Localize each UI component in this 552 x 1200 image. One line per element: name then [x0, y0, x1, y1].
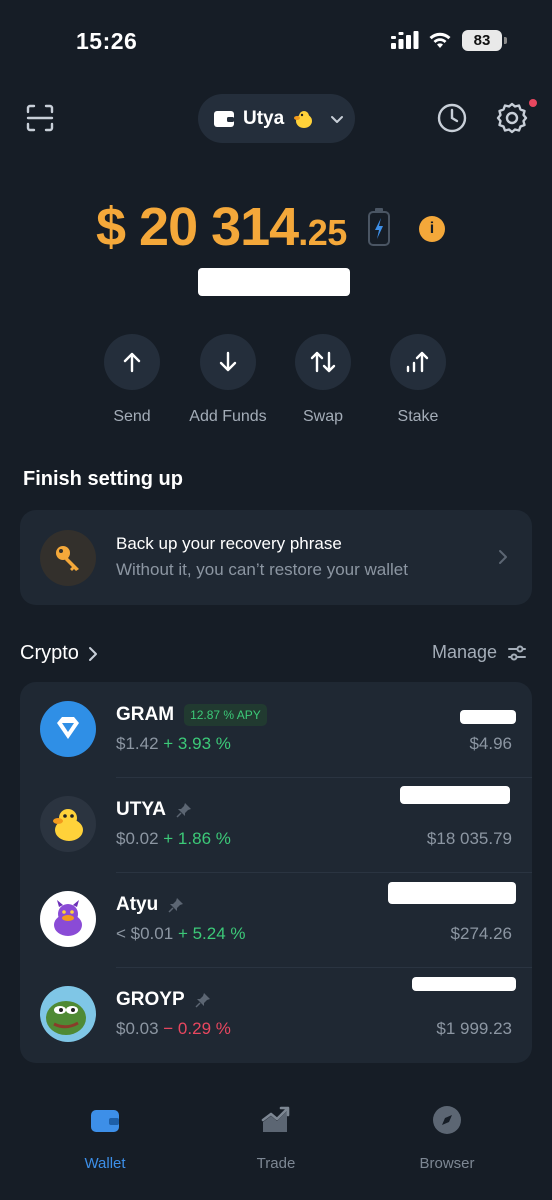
chevron-right-icon [88, 646, 97, 661]
token-row-groyp[interactable]: GROYP $0.03 − 0.29 % $1 999.23 [20, 967, 532, 1062]
gram-token-icon [40, 701, 96, 757]
token-row-gram[interactable]: GRAM 12.87 % APY $1.42 + 3.93 % $4.96 [20, 682, 532, 777]
wallet-selector[interactable]: Utya [198, 94, 355, 143]
token-value: $274.26 [450, 924, 512, 943]
redacted-block [388, 882, 516, 904]
crypto-list: GRAM 12.87 % APY $1.42 + 3.93 % $4.96 UT… [20, 682, 532, 1063]
backup-subtitle: Without it, you can’t restore your walle… [116, 560, 408, 579]
utya-token-icon [40, 796, 96, 852]
balance-display: $ 20 314.25 [96, 196, 391, 258]
token-price-value: $0.02 [116, 829, 159, 848]
add-funds-label: Add Funds [189, 408, 267, 425]
swap-icon [310, 351, 336, 373]
settings-gear-icon[interactable] [495, 101, 529, 135]
finish-setting-up-title: Finish setting up [23, 468, 183, 490]
manage-button[interactable]: Manage [432, 642, 527, 663]
apy-badge: 12.87 % APY [184, 704, 267, 726]
stake-button[interactable]: Stake [368, 334, 468, 426]
redacted-block [460, 710, 516, 724]
trade-chart-icon [261, 1106, 290, 1132]
stake-label: Stake [397, 408, 439, 425]
swap-label: Swap [302, 408, 344, 425]
sliders-icon [508, 645, 527, 660]
nav-browser[interactable]: Browser [387, 1104, 507, 1172]
token-change: + 1.86 % [163, 829, 231, 848]
token-value: $4.96 [469, 734, 512, 753]
token-price-value: $0.03 [116, 1019, 159, 1038]
crypto-section-link[interactable]: Crypto [20, 642, 99, 665]
compass-icon [433, 1106, 461, 1134]
token-value: $1 999.23 [436, 1019, 512, 1038]
status-time: 15:26 [76, 28, 138, 54]
nav-wallet[interactable]: Wallet [45, 1104, 165, 1172]
info-icon[interactable]: i [419, 216, 445, 242]
token-change: + 5.24 % [177, 924, 246, 943]
crypto-title: Crypto [20, 642, 79, 664]
scan-qr-icon[interactable] [24, 102, 56, 134]
token-price-value: < $0.01 [116, 924, 174, 943]
nav-wallet-label: Wallet [84, 1155, 126, 1172]
pin-icon [176, 803, 191, 818]
token-row-utya[interactable]: UTYA $0.02 + 1.86 % $18 035.79 [20, 777, 532, 872]
redacted-block [198, 268, 350, 296]
token-row-atyu[interactable]: Atyu < $0.01 + 5.24 % $274.26 [20, 872, 532, 967]
cellular-signal-icon [391, 31, 419, 49]
token-price-value: $1.42 [116, 734, 159, 753]
backup-title: Back up your recovery phrase [116, 534, 342, 553]
key-icon [56, 546, 79, 571]
send-label: Send [113, 408, 151, 425]
pin-icon [195, 993, 210, 1008]
add-funds-button[interactable]: Add Funds [178, 334, 278, 426]
balance-main: $ 20 314 [96, 197, 299, 257]
backup-recovery-card[interactable]: Back up your recovery phrase Without it,… [20, 510, 532, 605]
redacted-block [400, 786, 510, 804]
pin-icon [168, 898, 184, 913]
token-price: $0.03 − 0.29 % [116, 1019, 231, 1039]
redacted-block [412, 977, 516, 991]
wallet-icon [214, 110, 234, 127]
arrow-down-icon [219, 351, 237, 372]
token-change: − 0.29 % [163, 1019, 231, 1038]
manage-label: Manage [432, 642, 498, 662]
stake-icon [406, 351, 429, 373]
nav-trade-label: Trade [256, 1155, 296, 1172]
status-bar: 15:26 83 [0, 0, 552, 80]
key-icon-container [40, 530, 96, 586]
wallet-icon [91, 1110, 119, 1132]
notification-dot [529, 99, 537, 107]
token-price: $1.42 + 3.93 % [116, 734, 231, 754]
arrow-up-icon [123, 352, 141, 373]
token-change: + 3.93 % [163, 734, 231, 753]
wallet-name: Utya [243, 107, 285, 129]
token-name: UTYA [116, 799, 166, 820]
send-button[interactable]: Send [82, 334, 182, 426]
duck-emoji-icon [294, 110, 313, 128]
history-clock-icon[interactable] [436, 102, 468, 134]
token-name: GROYP [116, 989, 185, 1010]
token-name: GRAM [116, 704, 175, 725]
bottom-navigation: Wallet Trade Browser [0, 1090, 552, 1200]
nav-trade[interactable]: Trade [216, 1104, 336, 1172]
token-price: < $0.01 + 5.24 % [116, 924, 246, 944]
battery-indicator: 83 [462, 30, 507, 51]
groyp-token-icon [40, 986, 96, 1042]
swap-button[interactable]: Swap [273, 334, 373, 426]
token-price: $0.02 + 1.86 % [116, 829, 231, 849]
chevron-down-icon [331, 115, 344, 123]
token-name: Atyu [116, 894, 159, 915]
balance-decimal: .25 [298, 212, 347, 253]
battery-charge-icon[interactable] [367, 207, 391, 247]
atyu-token-icon [40, 891, 96, 947]
token-value: $18 035.79 [426, 829, 512, 848]
nav-browser-label: Browser [419, 1155, 475, 1172]
chevron-right-icon [499, 550, 507, 564]
wifi-icon [429, 32, 451, 48]
